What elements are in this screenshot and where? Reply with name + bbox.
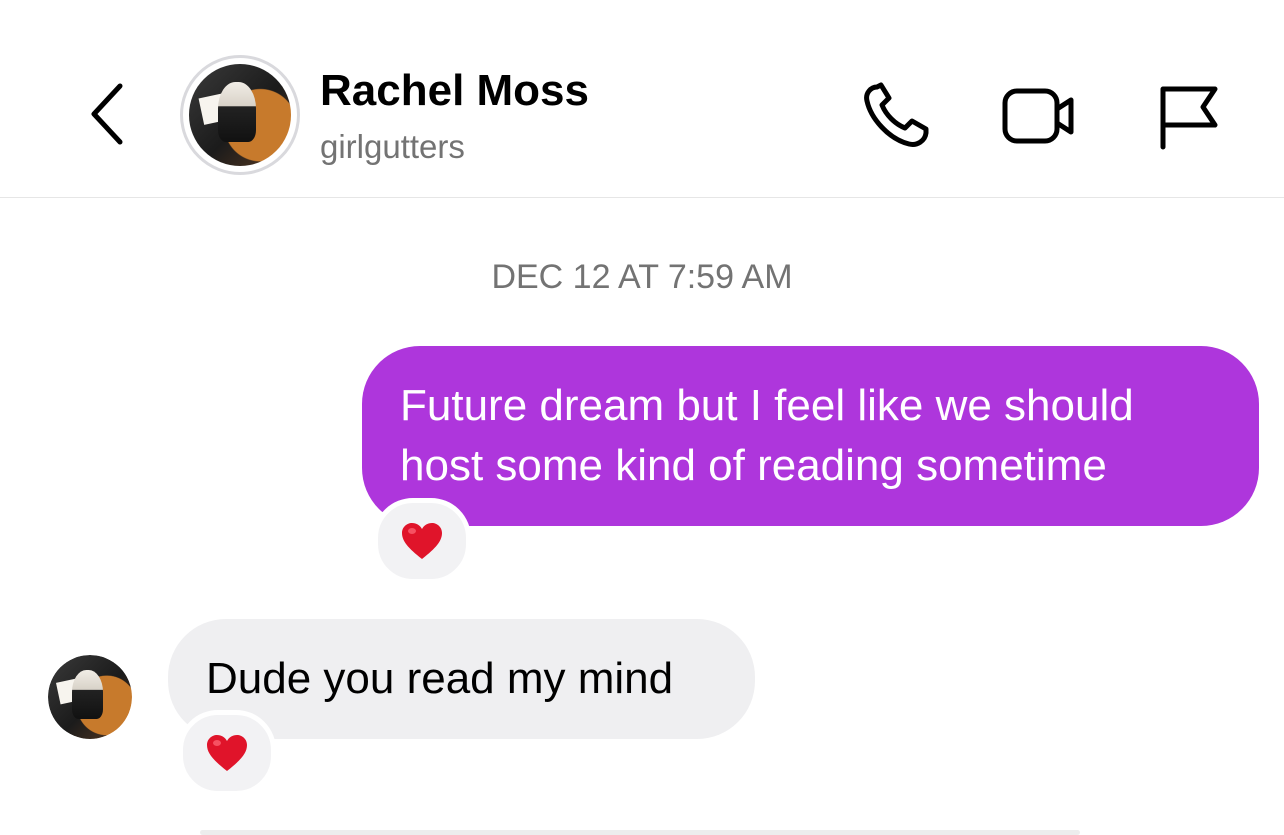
sent-message-bubble[interactable]: Future dream but I feel like we should h… <box>362 346 1259 526</box>
video-call-button[interactable] <box>1000 78 1080 154</box>
contact-name[interactable]: Rachel Moss <box>320 66 589 116</box>
heart-reaction[interactable] <box>373 498 471 584</box>
audio-call-button[interactable] <box>856 78 936 154</box>
message-composer[interactable] <box>200 830 1080 835</box>
message-text-line: Future dream but I feel like we should <box>400 381 1134 430</box>
heart-icon <box>207 735 247 771</box>
back-button[interactable] <box>84 78 132 150</box>
avatar-photo <box>189 64 291 166</box>
avatar-photo <box>48 655 132 739</box>
chevron-left-icon <box>91 83 123 145</box>
flag-icon <box>1160 86 1218 150</box>
heart-reaction[interactable] <box>178 710 276 796</box>
contact-handle: girlgutters <box>320 128 465 165</box>
video-camera-icon <box>1002 88 1074 144</box>
report-button[interactable] <box>1146 78 1226 154</box>
phone-icon <box>864 82 929 147</box>
message-text-line: host some kind of reading sometime <box>400 441 1107 490</box>
message-timestamp: DEC 12 AT 7:59 AM <box>491 258 793 296</box>
contact-avatar[interactable] <box>180 55 300 175</box>
message-text: Dude you read my mind <box>206 654 674 703</box>
dm-thread-screen: Rachel Moss girlgutters DEC 12 AT 7:59 A… <box>0 0 1284 835</box>
thread-header: Rachel Moss girlgutters <box>0 0 1284 198</box>
heart-icon <box>402 523 442 559</box>
sender-avatar[interactable] <box>48 655 132 739</box>
